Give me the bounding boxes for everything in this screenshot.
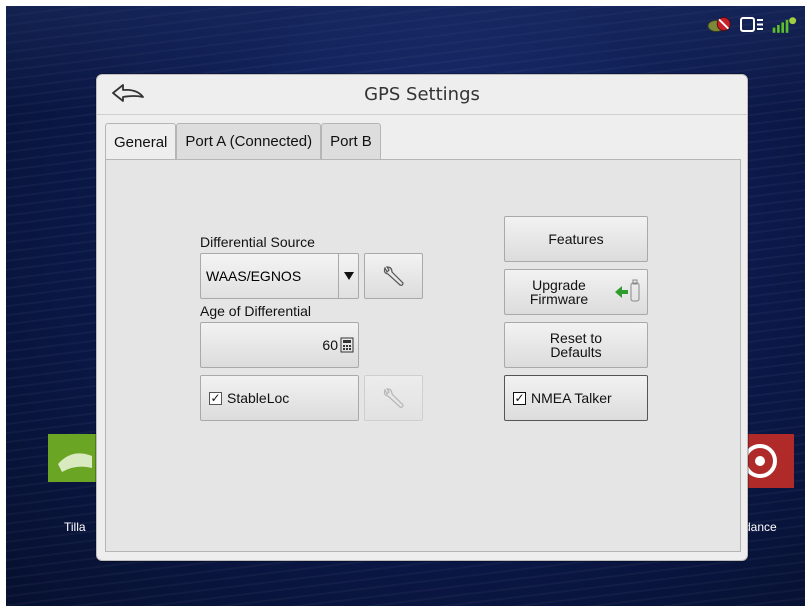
gps-signal-icon[interactable] xyxy=(771,14,797,36)
wrench-icon xyxy=(383,266,404,286)
tillage-app-tile[interactable] xyxy=(48,434,96,482)
tillage-tile-label: Tilla xyxy=(64,520,86,534)
dropdown-arrow-icon xyxy=(338,254,358,298)
usb-upgrade-icon xyxy=(615,279,640,302)
nmea-talker-label: NMEA Talker xyxy=(531,390,612,406)
tab-port-b[interactable]: Port B xyxy=(321,123,381,159)
stableloc-label: StableLoc xyxy=(227,390,290,406)
gps-settings-dialog: GPS Settings General Port A (Connected) … xyxy=(96,74,748,561)
guidance-tile-label: dance xyxy=(744,520,777,534)
tab-bar: General Port A (Connected) Port B xyxy=(105,123,381,160)
status-bar xyxy=(707,14,797,36)
stableloc-toggle[interactable]: ✓ StableLoc xyxy=(200,375,359,421)
stableloc-checkbox[interactable]: ✓ xyxy=(209,391,222,405)
tab-general[interactable]: General xyxy=(105,123,177,160)
differential-settings-button[interactable] xyxy=(364,253,423,299)
wrench-icon xyxy=(383,388,404,408)
general-tab-panel: Differential Source WAAS/EGNOS Age of Di… xyxy=(105,159,741,552)
antenna-icon[interactable] xyxy=(707,14,733,36)
differential-source-value: WAAS/EGNOS xyxy=(206,268,302,284)
reset-defaults-button[interactable]: Reset to Defaults xyxy=(504,322,648,368)
reset-defaults-label: Reset to Defaults xyxy=(549,330,603,360)
nmea-talker-checkbox[interactable]: ✓ xyxy=(513,391,526,405)
age-of-differential-value: 60 xyxy=(322,337,338,353)
differential-source-label: Differential Source xyxy=(200,234,315,250)
age-of-differential-label: Age of Differential xyxy=(200,303,312,319)
nmea-talker-button[interactable]: ✓ NMEA Talker xyxy=(504,375,648,421)
display-icon[interactable] xyxy=(739,14,765,36)
dialog-title-bar: GPS Settings xyxy=(97,75,747,115)
age-of-differential-field[interactable]: 60 xyxy=(200,322,359,368)
tab-port-a[interactable]: Port A (Connected) xyxy=(176,123,322,159)
home-screen-background: Tilla dance GPS Settings General Port A … xyxy=(6,6,805,606)
upgrade-firmware-label: Upgrade Firmware xyxy=(529,277,589,307)
features-button[interactable]: Features xyxy=(504,216,648,262)
guidance-app-tile[interactable] xyxy=(742,434,794,488)
screen: Tilla dance GPS Settings General Port A … xyxy=(0,0,811,612)
upgrade-firmware-button[interactable]: Upgrade Firmware xyxy=(504,269,648,315)
dialog-title: GPS Settings xyxy=(364,84,480,105)
stableloc-settings-button[interactable] xyxy=(364,375,423,421)
calculator-icon xyxy=(340,337,354,353)
differential-source-dropdown[interactable]: WAAS/EGNOS xyxy=(200,253,359,299)
